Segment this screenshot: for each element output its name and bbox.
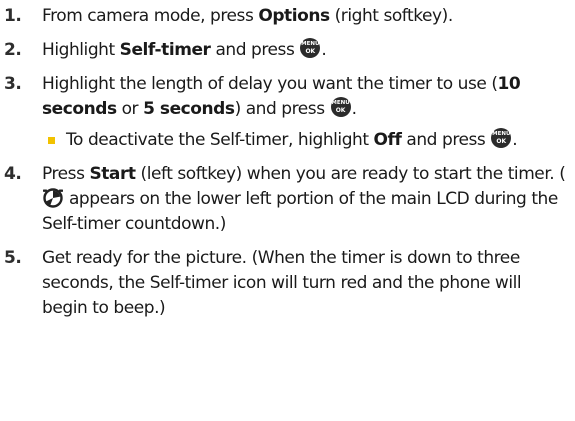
step-2: 2. Highlight Self-timer and press MENU OK.: [4, 38, 569, 63]
sub-text: .: [512, 130, 518, 150]
step-text: Get ready for the picture. (When the tim…: [42, 248, 522, 318]
step-text: and press: [210, 40, 300, 60]
instruction-steps: 1. From camera mode, press Options (right…: [4, 4, 569, 321]
step-text: .: [351, 99, 357, 119]
step-number: 5.: [4, 248, 22, 268]
step-5: 5. Get ready for the picture. (When the t…: [4, 246, 569, 321]
sub-text: and press: [401, 130, 491, 150]
instructions-page: 1. From camera mode, press Options (right…: [0, 0, 575, 421]
step-text: appears on the lower left portion of the…: [42, 189, 558, 234]
step-text: (left softkey) when you are ready to sta…: [135, 164, 566, 184]
self-timer-label: Self-timer: [119, 40, 211, 60]
step-number: 4.: [4, 164, 22, 184]
menu-ok-key-icon: MENU OK: [330, 97, 351, 117]
step-number: 1.: [4, 6, 22, 26]
off-option: Off: [373, 130, 402, 150]
step-text: Highlight: [42, 40, 120, 60]
step-text: ) and press: [234, 99, 330, 119]
five-seconds-option: 5 seconds: [143, 99, 235, 119]
step-number: 2.: [4, 40, 22, 60]
menu-ok-key-icon: MENU OK: [300, 38, 321, 58]
step-1: 1. From camera mode, press Options (right…: [4, 4, 569, 29]
self-timer-icon: [43, 188, 63, 208]
step-4: 4. Press Start (left softkey) when you ar…: [4, 162, 569, 237]
step-number: 3.: [4, 74, 22, 94]
step-text: or: [116, 99, 144, 119]
sub-bullet-item: To deactivate the Self-timer, highlight …: [42, 128, 569, 153]
sub-text: To deactivate the Self-timer, highlight: [66, 130, 374, 150]
start-key-label: Start: [89, 164, 136, 184]
step-text: Press: [42, 164, 90, 184]
step-text: .: [321, 40, 327, 60]
bullet-square-icon: [48, 137, 55, 144]
options-key-label: Options: [258, 6, 330, 26]
step-3: 3. Highlight the length of delay you want…: [4, 72, 569, 153]
menu-ok-key-icon: MENU OK: [491, 128, 512, 148]
step-text: From camera mode, press: [42, 6, 259, 26]
step-text: Highlight the length of delay you want t…: [42, 74, 498, 94]
step-text: (right softkey).: [329, 6, 454, 26]
